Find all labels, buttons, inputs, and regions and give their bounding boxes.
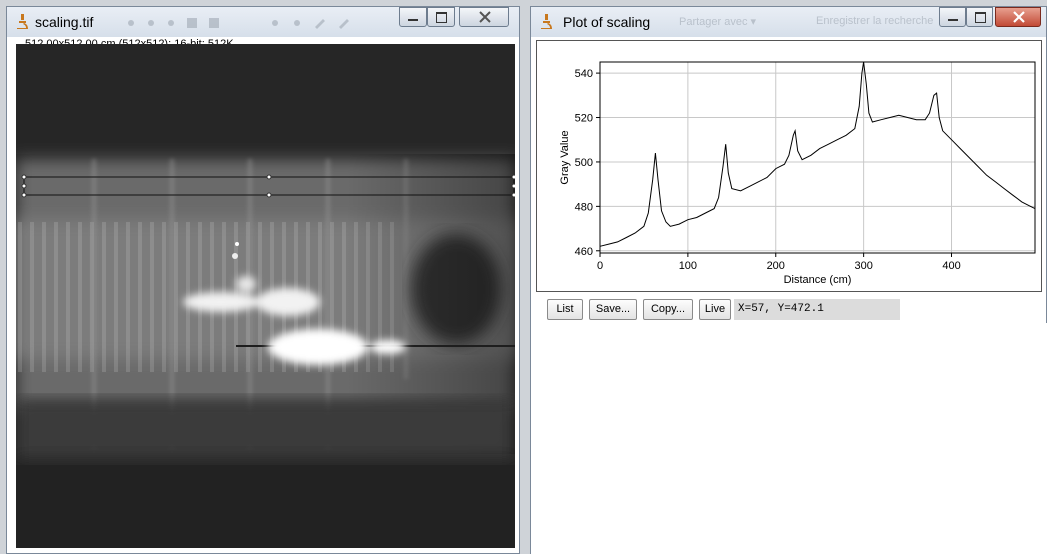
roi-handle[interactable] (511, 192, 515, 198)
y-tick-label: 480 (575, 201, 593, 213)
image-lower-band (16, 399, 515, 459)
x-tick-label: 200 (767, 260, 785, 272)
x-tick-label: 100 (679, 260, 697, 272)
list-button[interactable]: List (547, 299, 583, 320)
image-speck (232, 253, 238, 259)
roi-handle[interactable] (21, 174, 27, 180)
close-button[interactable] (995, 7, 1041, 27)
plot-border (536, 40, 1042, 292)
x-tick-label: 400 (942, 260, 960, 272)
x-tick-label: 0 (597, 260, 603, 272)
faded-save-search: Enregistrer la recherche (816, 15, 934, 27)
maximize-icon (975, 12, 986, 23)
roi-handle[interactable] (511, 174, 515, 180)
close-button[interactable] (459, 7, 509, 27)
x-tick-label: 300 (854, 260, 872, 272)
plot-window-title: Plot of scaling (563, 14, 651, 30)
live-button[interactable]: Live (699, 299, 731, 320)
save-button[interactable]: Save... (589, 299, 637, 320)
microscope-icon (541, 14, 552, 29)
empty-lower-pane (530, 323, 1047, 554)
y-tick-label: 540 (575, 68, 593, 80)
close-icon (1013, 11, 1025, 23)
x-axis-label: Distance (cm) (784, 274, 852, 286)
copy-button[interactable]: Copy... (643, 299, 693, 320)
roi-handle[interactable] (266, 192, 272, 198)
microscope-icon (17, 14, 28, 29)
image-speck (235, 242, 239, 246)
y-tick-label: 460 (575, 246, 593, 258)
close-icon (479, 11, 491, 23)
image-canvas[interactable] (16, 44, 515, 548)
roi-handle[interactable] (266, 174, 272, 180)
roi-handle[interactable] (21, 192, 27, 198)
plot-window-titlebar[interactable]: Plot of scaling Partager avec ▾ Enregist… (531, 7, 1046, 37)
minimize-icon (948, 19, 958, 21)
image-window-titlebar[interactable]: scaling.tif (7, 7, 519, 37)
image-window-title: scaling.tif (35, 14, 94, 30)
faded-toolbar-icons (128, 18, 349, 29)
coordinate-readout: X=57, Y=472.1 (734, 299, 900, 320)
maximize-button[interactable] (427, 7, 455, 27)
faded-share-menu: Partager avec ▾ (679, 16, 757, 28)
y-tick-label: 500 (575, 157, 593, 169)
image-top-band (16, 44, 515, 154)
y-axis-label: Gray Value (559, 130, 571, 184)
minimize-icon (408, 19, 418, 21)
maximize-button[interactable] (966, 7, 993, 27)
maximize-icon (436, 12, 447, 23)
y-tick-label: 520 (575, 113, 593, 125)
roi-handle[interactable] (511, 183, 515, 189)
plot-area[interactable]: 0 100 200 300 400 460 480 500 520 540 Distance (… (536, 40, 1042, 292)
roi-handle[interactable] (21, 183, 27, 189)
minimize-button[interactable] (399, 7, 427, 27)
minimize-button[interactable] (939, 7, 966, 27)
